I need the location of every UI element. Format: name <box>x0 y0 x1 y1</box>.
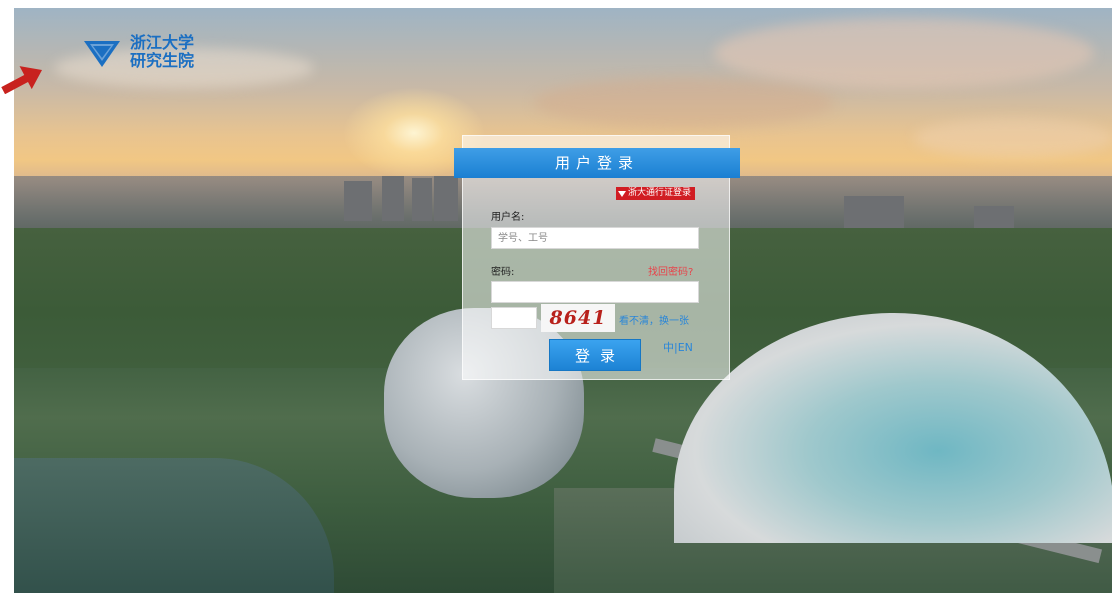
triangle-down-icon <box>618 190 626 197</box>
refresh-captcha-link[interactable]: 看不清，换一张 <box>619 312 689 327</box>
username-input[interactable] <box>491 227 699 249</box>
logo-line1: 浙江大学 <box>130 33 195 52</box>
logo-text: 浙江大学 研究生院 <box>130 34 194 70</box>
forgot-password-link[interactable]: 找回密码? <box>648 263 693 278</box>
captcha-image[interactable]: 8641 <box>541 304 615 332</box>
password-label: 密码: <box>491 267 515 278</box>
password-input[interactable] <box>491 281 699 303</box>
login-title: 用户登录 <box>454 148 740 178</box>
lang-en-link[interactable]: EN <box>678 341 693 354</box>
cloud <box>534 78 834 128</box>
login-button[interactable]: 登录 <box>549 339 641 371</box>
tongji-login-link[interactable]: 浙大通行证登录 <box>616 187 696 200</box>
university-logo: 浙江大学 研究生院 <box>82 34 194 70</box>
username-label: 用户名: <box>491 212 525 223</box>
captcha-input[interactable] <box>491 307 537 329</box>
lang-zh-link[interactable]: 中 <box>663 341 674 354</box>
cloud <box>714 18 1094 88</box>
cloud <box>914 118 1112 158</box>
red-arrow-icon <box>1 66 43 94</box>
lake <box>14 458 334 593</box>
logo-line2: 研究生院 <box>130 51 195 70</box>
login-panel: 用户登录 浙大通行证登录 用户名: 密码: 找回密码? 8641 看不清，换一张… <box>454 135 740 380</box>
zju-logo-icon <box>84 41 120 67</box>
tongji-login-label: 浙大通行证登录 <box>628 188 692 198</box>
language-switch: 中|EN <box>663 339 693 355</box>
